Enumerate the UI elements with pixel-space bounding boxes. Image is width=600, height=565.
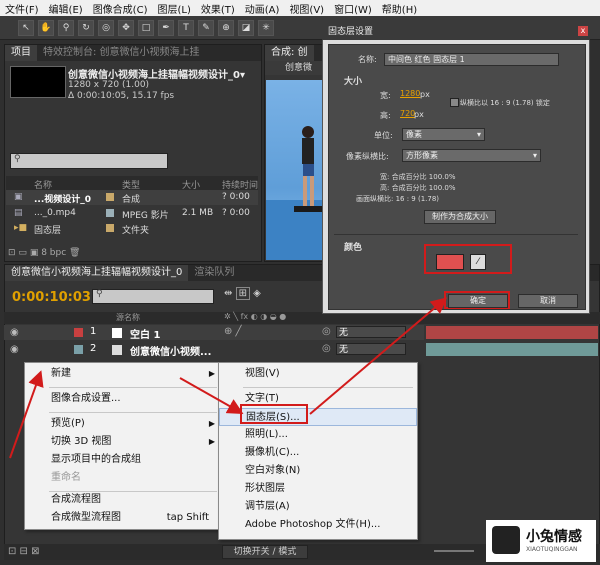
- watermark-logo: 小兔情感 XIAOTUQINGGAN: [486, 520, 596, 562]
- arrow-to-solid: [179, 377, 244, 414]
- rabbit-logo-icon: [492, 526, 520, 554]
- arrow-to-new: [9, 370, 44, 459]
- annotation-arrows: [9, 297, 448, 459]
- watermark-subtext: XIAOTUQINGGAN: [526, 546, 578, 553]
- watermark-text: 小兔情感: [526, 529, 582, 545]
- arrow-to-ok: [309, 297, 448, 415]
